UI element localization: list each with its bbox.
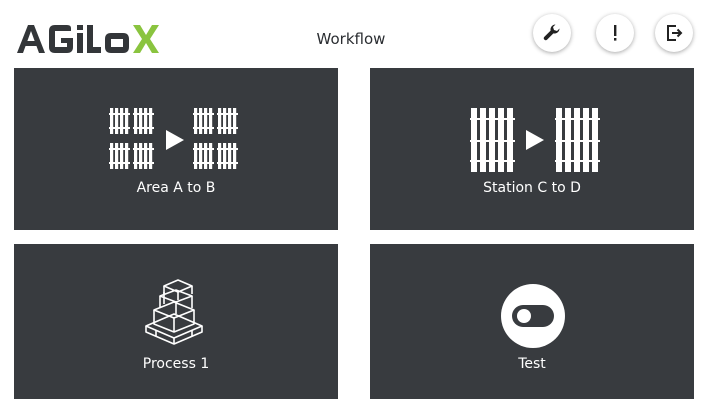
tile-label: Area A to B <box>136 180 216 196</box>
alert-button[interactable] <box>596 14 634 52</box>
logout-icon <box>667 25 683 41</box>
settings-button[interactable] <box>533 14 571 52</box>
tile-label: Process 1 <box>142 356 210 372</box>
exclamation-icon <box>614 25 617 41</box>
boxes-on-pallet-icon <box>145 279 203 345</box>
toggle-icon <box>501 284 565 348</box>
tile-label: Test <box>518 356 546 372</box>
wrench-icon <box>543 24 560 41</box>
pallets-to-pallets-icon <box>109 108 238 169</box>
tile-label: Station C to D <box>483 180 581 196</box>
workflow-screen: Workflow Area A to B Station C to D Proc… <box>0 0 702 399</box>
tile-station-c-to-d[interactable]: Station C to D <box>370 68 694 230</box>
tile-test[interactable]: Test <box>370 244 694 399</box>
racks-to-racks-icon <box>470 108 600 172</box>
tile-process-1[interactable]: Process 1 <box>14 244 338 399</box>
tile-area-a-to-b[interactable]: Area A to B <box>14 68 338 230</box>
logout-button[interactable] <box>655 14 693 52</box>
